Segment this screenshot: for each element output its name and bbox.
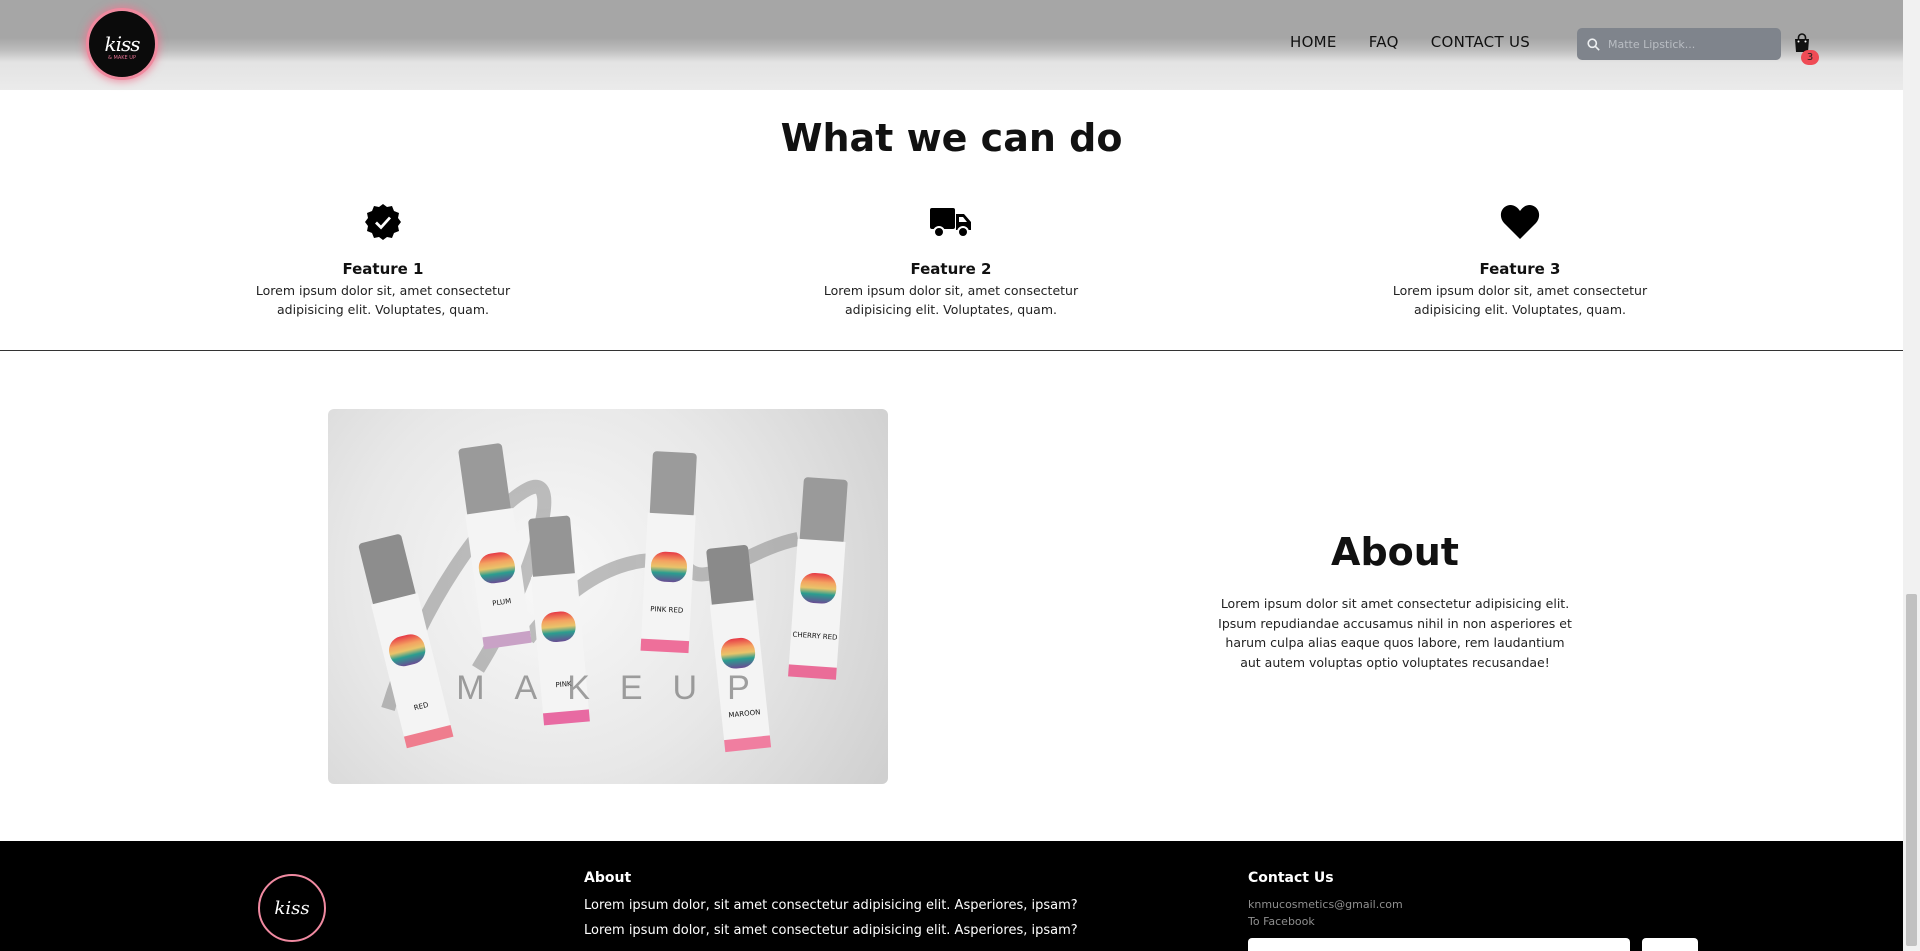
footer-email-link[interactable]: knmucosmetics@gmail.com	[1248, 898, 1403, 911]
feature-card-3: Feature 3 Lorem ipsum dolor sit, amet co…	[1385, 202, 1655, 319]
footer-logo-text: kiss	[274, 897, 310, 919]
cart-count-badge: 3	[1801, 50, 1819, 65]
logo-text: kiss	[104, 32, 140, 56]
feature-card-2: Feature 2 Lorem ipsum dolor sit, amet co…	[816, 202, 1086, 319]
footer-logo[interactable]: kiss	[258, 874, 326, 942]
footer-facebook-link[interactable]: To Facebook	[1248, 915, 1315, 928]
about-product-image: PLUM RED PINK PINK RED MAROON CHERRY RED…	[328, 409, 888, 784]
nav-faq[interactable]: FAQ	[1369, 33, 1399, 51]
about-text: Lorem ipsum dolor sit amet consectetur a…	[1218, 596, 1572, 670]
features-title: What we can do	[780, 116, 1123, 160]
lipstick-maroon: MAROON	[706, 545, 772, 753]
search-input[interactable]	[1608, 37, 1768, 51]
feature-title: Feature 3	[1479, 260, 1561, 278]
search-icon	[1587, 37, 1600, 51]
feature-title: Feature 2	[910, 260, 992, 278]
brand-logo[interactable]: kiss & MAKE UP	[86, 8, 158, 80]
feature-title: Feature 1	[342, 260, 424, 278]
heart-icon	[1500, 205, 1540, 239]
scrollbar-thumb[interactable]	[1906, 594, 1917, 946]
feature-card-1: Feature 1 Lorem ipsum dolor sit, amet co…	[248, 202, 518, 319]
site-header: kiss & MAKE UP HOME FAQ CONTACT US 3	[0, 0, 1903, 90]
footer-about-line: Lorem ipsum dolor, sit amet consectetur …	[584, 923, 1078, 938]
footer-about-line: Lorem ipsum dolor, sit amet consectetur …	[584, 898, 1078, 913]
logo-subtext: & MAKE UP	[108, 55, 136, 61]
main-nav: HOME FAQ CONTACT US	[1290, 33, 1562, 51]
newsletter-submit-button[interactable]	[1642, 938, 1698, 951]
search-box	[1577, 28, 1781, 60]
badge-check-icon	[365, 204, 401, 240]
about-title: About	[1331, 530, 1459, 574]
feature-text: Lorem ipsum dolor sit, amet consectetur …	[255, 283, 511, 317]
lipstick-pink-red: PINK RED	[640, 451, 697, 654]
newsletter-input[interactable]	[1248, 938, 1630, 951]
feature-text: Lorem ipsum dolor sit, amet consectetur …	[1392, 283, 1648, 317]
footer-about-title: About	[584, 870, 632, 886]
page-scrollbar[interactable]	[1903, 0, 1920, 951]
section-divider	[0, 350, 1903, 351]
lipstick-cherry-red: CHERRY RED	[788, 477, 848, 680]
nav-contact-us[interactable]: CONTACT US	[1431, 33, 1530, 51]
nav-home[interactable]: HOME	[1290, 33, 1337, 51]
svg-text:MAKEUP: MAKEUP	[456, 669, 780, 707]
site-footer: kiss About Lorem ipsum dolor, sit amet c…	[0, 841, 1903, 951]
feature-text: Lorem ipsum dolor sit, amet consectetur …	[823, 283, 1079, 317]
footer-contact-title: Contact Us	[1248, 870, 1334, 886]
truck-icon	[930, 208, 971, 238]
lipstick-red: RED	[358, 534, 454, 749]
